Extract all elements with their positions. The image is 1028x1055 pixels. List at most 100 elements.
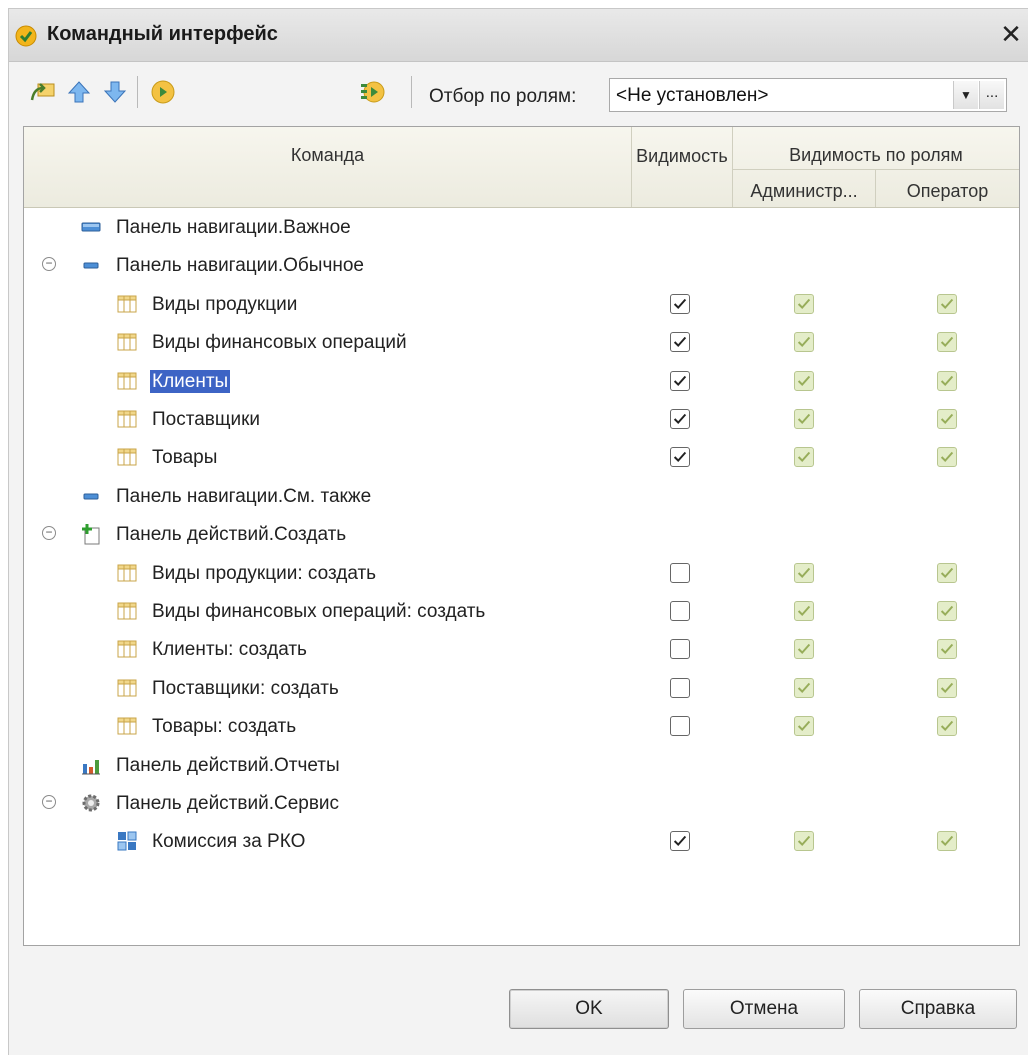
ok-button[interactable]: OK [509, 989, 669, 1029]
table-row[interactable]: Товары [24, 438, 1019, 476]
dropdown-arrow-icon[interactable]: ▼ [953, 81, 978, 109]
row-label: Поставщики: создать [150, 678, 341, 700]
open-command-icon[interactable] [149, 78, 177, 106]
table-header: Команда Видимость Видимость по ролям Адм… [24, 127, 1019, 208]
row-label-text: Товары [152, 447, 218, 469]
visibility-checkbox[interactable] [670, 562, 690, 583]
row-label-text: Панель навигации.Важное [116, 217, 351, 238]
visibility-checkbox[interactable] [670, 370, 690, 391]
role-administrator-checkbox [794, 716, 814, 737]
row-label-text: Панель действий.Создать [116, 524, 347, 546]
role-operator-checkbox [937, 831, 957, 852]
column-visibility[interactable]: Видимость [632, 145, 732, 167]
role-filter-select[interactable]: <Не установлен> ▼ ... [609, 78, 1007, 112]
row-label-text: Виды финансовых операций: создать [152, 601, 486, 622]
row-label-text: Клиенты [150, 369, 231, 393]
visibility-checkbox[interactable] [670, 447, 690, 468]
row-label: Виды финансовых операций [150, 332, 409, 354]
header-divider [631, 127, 632, 207]
row-label-text: Виды продукции [152, 293, 298, 315]
row-label: Товары [150, 447, 219, 469]
row-label-text: Поставщики [152, 409, 261, 430]
row-label: Панель навигации.См. также [114, 486, 373, 508]
table-row[interactable]: Комиссия за РКО [24, 822, 1019, 860]
role-operator-checkbox [937, 370, 957, 391]
column-command[interactable]: Команда [24, 145, 631, 166]
tree-group-row[interactable]: − Панель действий.Сервис [24, 784, 1019, 822]
role-administrator-checkbox [794, 332, 814, 353]
collapse-toggle-icon[interactable]: − [42, 795, 56, 809]
visibility-checkbox[interactable] [670, 831, 690, 852]
visibility-checkbox[interactable] [670, 409, 690, 429]
role-administrator-checkbox [794, 601, 814, 621]
tree-group-row[interactable]: Панель навигации.Важное [24, 208, 1019, 246]
table-row[interactable]: Виды финансовых операций: создать [24, 592, 1019, 630]
table-row[interactable]: Клиенты: создать [24, 630, 1019, 668]
row-label: Панель действий.Сервис [114, 793, 341, 815]
row-label-text: Виды продукции: создать [152, 562, 377, 584]
toolbar-separator [137, 76, 138, 108]
visibility-checkbox[interactable] [670, 293, 690, 314]
catalog-icon [116, 600, 138, 622]
help-button[interactable]: Справка [859, 989, 1017, 1029]
tree-group-row[interactable]: Панель действий.Отчеты [24, 746, 1019, 784]
close-button[interactable]: ✕ [996, 19, 1026, 49]
role-operator-checkbox [937, 716, 957, 737]
tree-group-row[interactable]: Панель навигации.См. также [24, 477, 1019, 515]
tree-group-row[interactable]: − Панель навигации.Обычное [24, 246, 1019, 284]
collapse-toggle-icon[interactable]: − [42, 257, 56, 272]
panel-important-icon [80, 216, 102, 238]
row-label: Клиенты: создать [150, 639, 309, 661]
catalog-icon [116, 562, 138, 584]
table-row[interactable]: Поставщики: создать [24, 669, 1019, 707]
visibility-checkbox[interactable] [670, 639, 690, 660]
service-gear-icon [80, 792, 102, 814]
catalog-icon [116, 446, 138, 468]
header-divider [733, 169, 1019, 170]
row-label: Виды финансовых операций: создать [150, 601, 487, 623]
tree-group-row[interactable]: − Панель действий.Создать [24, 515, 1019, 553]
column-role-operator[interactable]: Оператор [876, 181, 1019, 202]
move-down-icon[interactable] [101, 78, 129, 106]
panel-normal-icon [80, 485, 102, 507]
row-label-text: Товары: создать [152, 716, 297, 738]
row-label-text: Панель навигации.Обычное [116, 255, 364, 277]
visibility-checkbox[interactable] [670, 601, 690, 621]
row-label: Панель навигации.Обычное [114, 255, 366, 277]
role-administrator-checkbox [794, 447, 814, 468]
visibility-checkbox[interactable] [670, 332, 690, 353]
role-administrator-checkbox [794, 370, 814, 391]
row-label-text: Панель действий.Сервис [116, 793, 340, 814]
move-up-icon[interactable] [65, 78, 93, 106]
role-operator-checkbox [937, 447, 957, 468]
table-row[interactable]: Клиенты [24, 362, 1019, 400]
collapse-toggle-icon[interactable]: − [42, 526, 56, 541]
column-role-administrator[interactable]: Администр... [733, 181, 875, 202]
create-document-icon [80, 523, 102, 545]
reports-chart-icon [80, 754, 102, 776]
app-logo-icon [15, 25, 37, 47]
apply-filter-icon[interactable] [359, 78, 387, 106]
visibility-checkbox[interactable] [670, 716, 690, 737]
row-label: Товары: создать [150, 716, 298, 738]
visibility-checkbox[interactable] [670, 677, 690, 698]
row-label-text: Клиенты: создать [152, 639, 307, 661]
table-row[interactable]: Виды продукции: создать [24, 554, 1019, 592]
table-row[interactable]: Товары: создать [24, 707, 1019, 745]
cancel-button[interactable]: Отмена [683, 989, 845, 1029]
role-operator-checkbox [937, 639, 957, 660]
role-administrator-checkbox [794, 677, 814, 698]
role-operator-checkbox [937, 562, 957, 583]
move-to-group-icon[interactable] [29, 78, 57, 106]
row-label-text: Виды финансовых операций [152, 332, 407, 354]
column-visibility-by-roles: Видимость по ролям [789, 145, 963, 165]
table-row[interactable]: Поставщики [24, 400, 1019, 438]
select-more-button[interactable]: ... [979, 81, 1004, 109]
catalog-icon [116, 638, 138, 660]
row-label: Виды продукции: создать [150, 563, 378, 585]
role-administrator-checkbox [794, 293, 814, 314]
row-label: Виды продукции [150, 294, 299, 316]
table-row[interactable]: Виды продукции [24, 285, 1019, 323]
table-row[interactable]: Виды финансовых операций [24, 323, 1019, 361]
commands-table: Команда Видимость Видимость по ролям Адм… [23, 126, 1020, 946]
